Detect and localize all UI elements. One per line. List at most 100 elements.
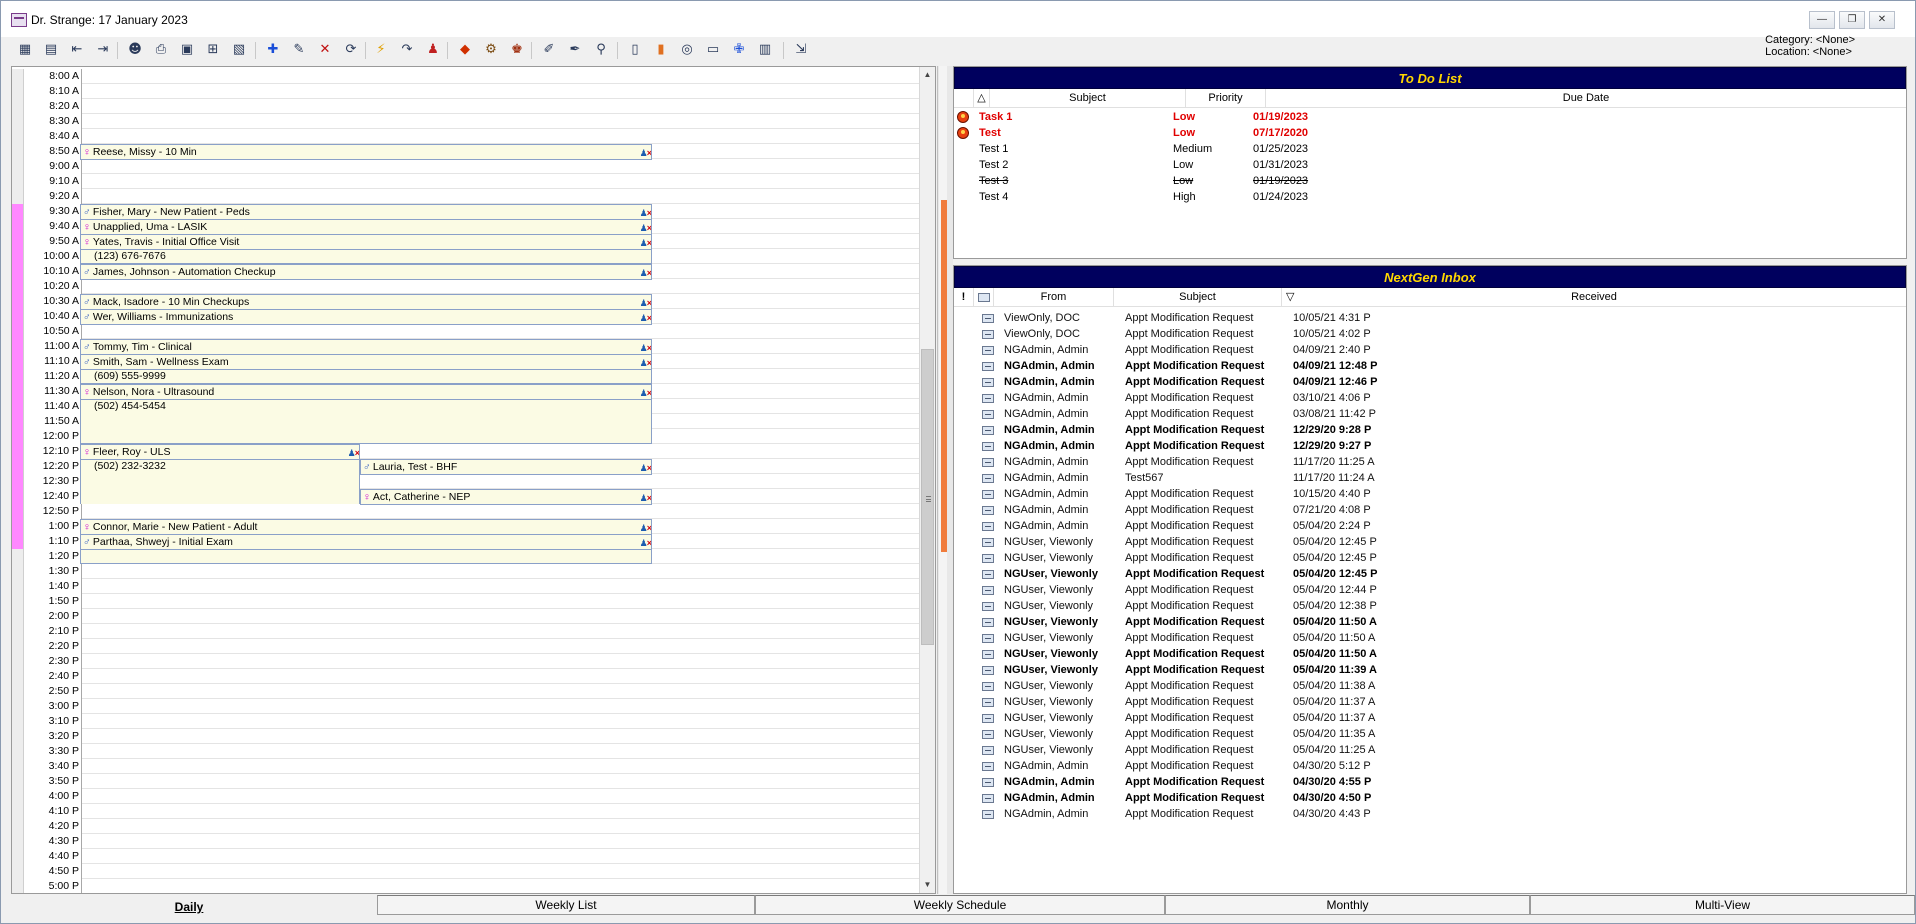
calendar-icon[interactable]: ▧ [229,41,249,60]
next-icon[interactable]: ⇥ [93,41,113,60]
time-slot-row[interactable]: 2:10 P [12,624,920,639]
notes-icon[interactable]: ▯ [625,41,645,60]
time-slot-row[interactable]: 3:20 P [12,729,920,744]
time-slot-row[interactable]: 3:50 P [12,774,920,789]
time-slot-row[interactable]: 3:10 P [12,714,920,729]
inbox-message-row[interactable]: NGAdmin, Admin Appt Modification Request 0… [954,806,1906,822]
inbox-message-row[interactable]: NGAdmin, Admin Appt Modification Request 0… [954,758,1906,774]
scroll-thumb[interactable] [921,349,934,645]
patient-remove-icon[interactable]: ♟× [640,206,651,219]
pen-icon[interactable]: ✒ [565,41,585,60]
inbox-message-row[interactable]: NGAdmin, Admin Appt Modification Request 1… [954,486,1906,502]
appointment-block[interactable]: ♀ Nelson, Nora - Ultrasound ♟× [80,384,652,400]
tools-icon[interactable]: ✐ [539,41,559,60]
redo-icon[interactable]: ↷ [397,41,417,60]
patient-remove-icon[interactable]: ♟× [640,356,651,369]
appointment-block[interactable]: ♂ Lauria, Test - BHF ♟× [360,459,652,475]
inbox-message-row[interactable]: NGAdmin, Admin Appt Modification Request 0… [954,518,1906,534]
close-button[interactable]: ✕ [1869,11,1895,29]
patient-remove-icon[interactable]: ♟× [640,461,651,474]
todo-col-due-date[interactable]: Due Date [1266,89,1906,108]
pane-splitter[interactable] [937,66,953,894]
inbox-message-row[interactable]: NGAdmin, Admin Appt Modification Request 1… [954,438,1906,454]
time-slot-row[interactable]: 4:50 P [12,864,920,879]
time-slot-row[interactable]: 1:30 P [12,564,920,579]
sort-asc-icon[interactable]: △ [974,89,990,108]
checkin-icon[interactable]: ♟ [423,41,443,60]
print-icon[interactable]: ⎙ [151,41,171,60]
day-view-icon[interactable]: ▦ [15,41,35,60]
time-slot-row[interactable]: 3:40 P [12,759,920,774]
prev-icon[interactable]: ⇤ [67,41,87,60]
week-view-icon[interactable]: ▤ [41,41,61,60]
tab-daily[interactable]: Daily [1,896,377,918]
patient-remove-icon[interactable]: ♟× [640,296,651,309]
patient-remove-icon[interactable]: ♟× [640,536,651,549]
tab-weekly-schedule[interactable]: Weekly Schedule [755,895,1165,915]
patient-remove-icon[interactable]: ♟× [640,341,651,354]
time-slot-row[interactable]: 2:50 P [12,684,920,699]
inbox-message-row[interactable]: NGUser, Viewonly Appt Modification Reques… [954,646,1906,662]
time-slot-row[interactable]: 2:40 P [12,669,920,684]
restore-button[interactable]: ❐ [1839,11,1865,29]
inbox-message-row[interactable]: NGUser, Viewonly Appt Modification Reques… [954,550,1906,566]
appointment-body[interactable] [80,549,652,564]
time-slot-row[interactable]: 8:20 A [12,99,920,114]
inbox-message-row[interactable]: NGUser, Viewonly Appt Modification Reques… [954,614,1906,630]
patient-remove-icon[interactable]: ♟× [640,386,651,399]
time-slot-row[interactable]: 4:00 P [12,789,920,804]
medical-icon[interactable]: ✙ [729,41,749,60]
exit-icon[interactable]: ⇲ [791,41,811,60]
provider-icon[interactable]: ⚙ [481,41,501,60]
type-column-icon[interactable] [974,288,994,307]
tab-multi-view[interactable]: Multi-View [1530,895,1915,915]
time-slot-row[interactable]: 4:20 P [12,819,920,834]
patient-remove-icon[interactable]: ♟× [640,266,651,279]
tab-weekly-list[interactable]: Weekly List [377,895,755,915]
reschedule-icon[interactable]: ⟳ [341,41,361,60]
appointment-block[interactable]: ♀ Connor, Marie - New Patient - Adult ♟× [80,519,652,535]
time-slot-row[interactable]: 5:00 P [12,879,920,893]
inbox-message-row[interactable]: NGUser, Viewonly Appt Modification Reques… [954,678,1906,694]
chart-icon[interactable]: ▥ [755,41,775,60]
appointment-block[interactable]: ♂ Fisher, Mary - New Patient - Peds ♟× [80,204,652,220]
inbox-message-row[interactable]: NGUser, Viewonly Appt Modification Reques… [954,742,1906,758]
inbox-col-from[interactable]: From [994,288,1114,307]
inbox-message-row[interactable]: NGAdmin, Admin Appt Modification Request 0… [954,374,1906,390]
kiosk-icon[interactable]: ♚ [507,41,527,60]
inbox-message-row[interactable]: NGUser, Viewonly Appt Modification Reques… [954,582,1906,598]
tab-monthly[interactable]: Monthly [1165,895,1530,915]
appointment-block[interactable]: ♂ Smith, Sam - Wellness Exam ♟× [80,354,652,370]
inbox-message-row[interactable]: NGUser, Viewonly Appt Modification Reques… [954,598,1906,614]
time-slot-row[interactable]: 8:00 A [12,69,920,84]
patient-remove-icon[interactable]: ♟× [640,491,651,504]
inbox-message-row[interactable]: NGAdmin, Admin Appt Modification Request 0… [954,502,1906,518]
resources-icon[interactable]: ▣ [177,41,197,60]
time-slot-row[interactable]: 8:10 A [12,84,920,99]
patient-remove-icon[interactable]: ♟× [640,521,651,534]
inbox-message-row[interactable]: ViewOnly, DOC Appt Modification Request 10… [954,310,1906,326]
edit-appt-icon[interactable]: ✎ [289,41,309,60]
time-slot-row[interactable]: 10:20 A [12,279,920,294]
find-patient-icon[interactable]: ☻ [125,41,145,60]
inbox-col-received[interactable]: ▽ Received [1282,288,1906,307]
inbox-message-row[interactable]: NGAdmin, Admin Appt Modification Request 0… [954,342,1906,358]
time-slot-row[interactable]: 4:40 P [12,849,920,864]
inbox-message-row[interactable]: ViewOnly, DOC Appt Modification Request 10… [954,326,1906,342]
delete-appt-icon[interactable]: ✕ [315,41,335,60]
appointment-block[interactable]: ♀ Fleer, Roy - ULS ♟× [80,444,360,460]
todo-col-priority[interactable]: Priority [1186,89,1266,108]
inbox-message-row[interactable]: NGAdmin, Admin Appt Modification Request 1… [954,422,1906,438]
inbox-message-row[interactable]: NGAdmin, Admin Appt Modification Request 0… [954,390,1906,406]
todo-col-subject[interactable]: Subject [990,89,1186,108]
appointment-block[interactable]: ♀ Unapplied, Uma - LASIK ♟× [80,219,652,235]
add-appt-icon[interactable]: ✚ [263,41,283,60]
inbox-message-row[interactable]: NGUser, Viewonly Appt Modification Reques… [954,566,1906,582]
time-slot-row[interactable]: 10:50 A [12,324,920,339]
book-icon[interactable]: ▮ [651,41,671,60]
appointment-block[interactable]: ♂ Wer, Williams - Immunizations ♟× [80,309,652,325]
time-slot-row[interactable]: 3:00 P [12,699,920,714]
inbox-message-row[interactable]: NGAdmin, Admin Appt Modification Request 0… [954,774,1906,790]
appointment-block[interactable]: ♂ Mack, Isadore - 10 Min Checkups ♟× [80,294,652,310]
inbox-message-row[interactable]: NGUser, Viewonly Appt Modification Reques… [954,726,1906,742]
